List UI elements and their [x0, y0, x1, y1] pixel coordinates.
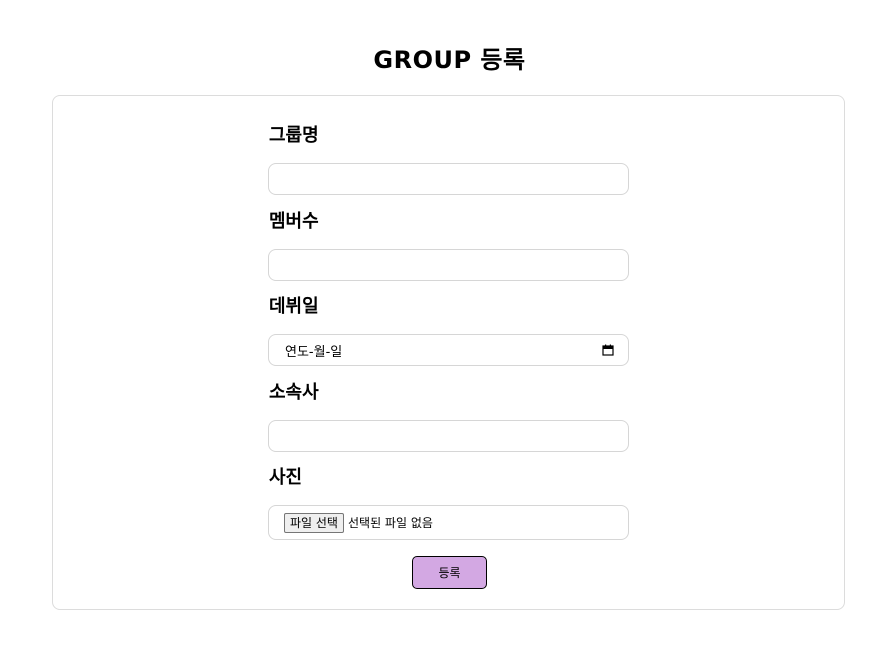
debut-date-label: 데뷔일: [269, 296, 319, 317]
choose-file-button[interactable]: 파일 선택: [284, 512, 344, 533]
file-status-text: 선택된 파일 없음: [347, 516, 433, 530]
date-placeholder: 연도-월-일: [285, 344, 343, 360]
photo-file-input[interactable]: 파일 선택 선택된 파일 없음: [268, 505, 629, 540]
photo-label: 사진: [269, 467, 303, 488]
group-name-input[interactable]: [268, 163, 629, 195]
member-count-input[interactable]: [268, 249, 629, 281]
member-count-label: 멤버수: [269, 211, 319, 232]
agency-input[interactable]: [268, 420, 629, 452]
debut-date-input[interactable]: 연도-월-일: [268, 334, 629, 366]
submit-button[interactable]: 등록: [412, 556, 487, 589]
page-title: GROUP 등록: [373, 46, 526, 74]
calendar-icon[interactable]: [602, 344, 614, 356]
agency-label: 소속사: [269, 382, 319, 403]
group-name-label: 그룹명: [269, 125, 319, 146]
